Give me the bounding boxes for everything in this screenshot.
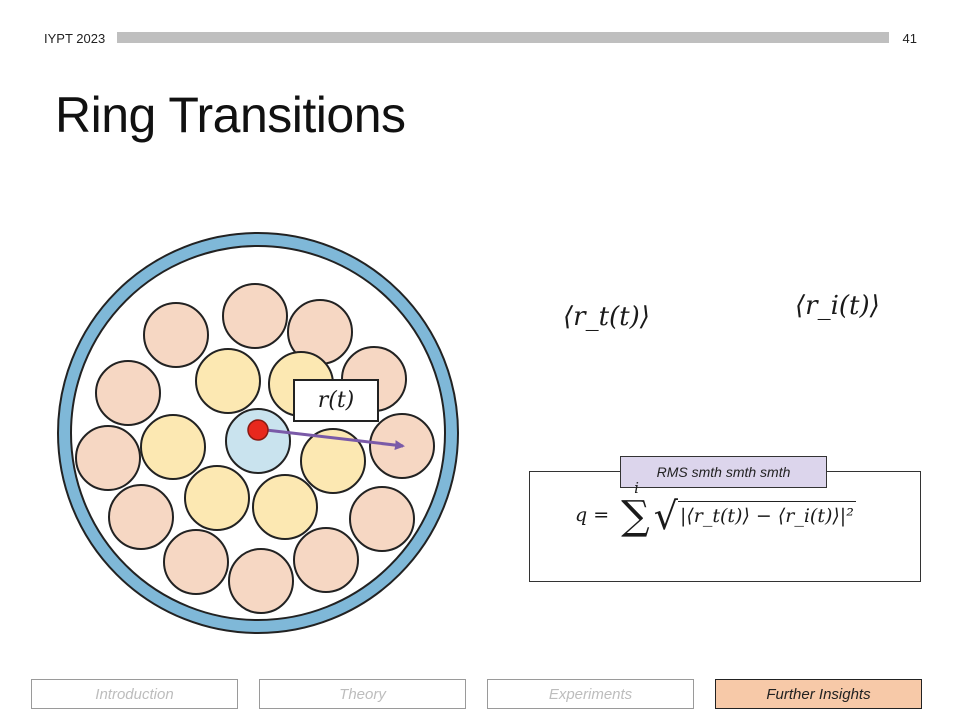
average-position-t-label: ⟨r_t(t)⟩ — [563, 302, 650, 332]
outer-particle — [163, 529, 229, 595]
sum-upper-index: i — [634, 479, 639, 497]
sqrt-symbol: √ — [653, 494, 678, 538]
nav-theory[interactable]: Theory — [259, 679, 466, 709]
outer-particle — [143, 302, 209, 368]
outer-particle — [95, 360, 161, 426]
outer-particle — [108, 484, 174, 550]
formula-lhs: q = — [575, 504, 610, 526]
rms-formula: q = ∑ i √ |⟨r_t(t)⟩ − ⟨r_i(t)⟩|² — [575, 479, 856, 539]
inner-particle — [140, 414, 206, 480]
average-position-i-label: ⟨r_i(t)⟩ — [795, 291, 880, 321]
outer-particle — [349, 486, 415, 552]
nav-experiments[interactable]: Experiments — [487, 679, 694, 709]
outer-particle — [228, 548, 294, 614]
center-particle — [225, 408, 291, 474]
outer-particle — [222, 283, 288, 349]
nav-further-insights[interactable]: Further Insights — [715, 679, 922, 709]
rms-tag: RMS smth smth smth — [620, 456, 827, 488]
outer-particle — [75, 425, 141, 491]
inner-particle — [195, 348, 261, 414]
position-label: r(t) — [293, 379, 379, 422]
tracked-particle-dot — [247, 419, 269, 441]
inner-particle — [184, 465, 250, 531]
inner-particle — [252, 474, 318, 540]
formula-radicand: |⟨r_t(t)⟩ − ⟨r_i(t)⟩|² — [677, 501, 856, 527]
ring-diagram — [57, 232, 459, 634]
sum-symbol: ∑ i — [621, 479, 650, 539]
outer-particle — [293, 527, 359, 593]
nav-introduction[interactable]: Introduction — [31, 679, 238, 709]
